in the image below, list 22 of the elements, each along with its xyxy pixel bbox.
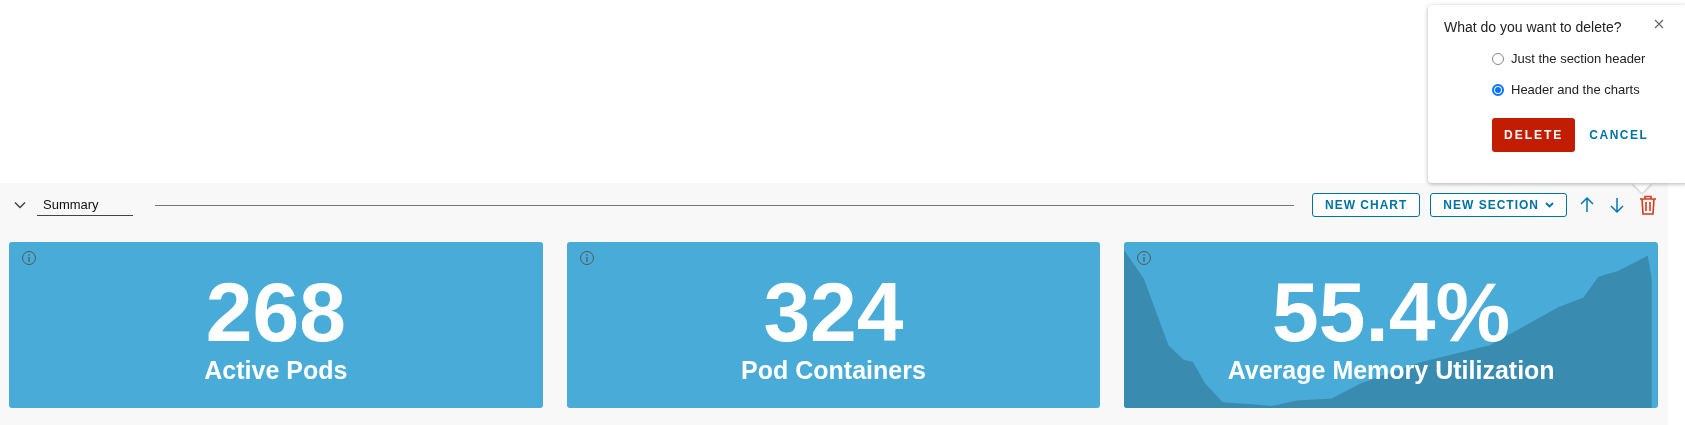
trash-icon[interactable] <box>1637 193 1659 217</box>
new-section-button[interactable]: NEW SECTION <box>1430 193 1567 217</box>
info-icon[interactable] <box>1136 250 1153 266</box>
info-icon[interactable] <box>578 250 595 266</box>
cancel-button[interactable]: CANCEL <box>1589 128 1649 142</box>
metric-value: 268 <box>205 269 346 354</box>
radio-option[interactable]: Just the section header <box>1492 51 1672 66</box>
metric-value: 55.4% <box>1272 269 1511 354</box>
metric-label: Average Memory Utilization <box>1227 355 1555 385</box>
caret-icon <box>1545 202 1554 208</box>
metric-label: Pod Containers <box>741 355 926 385</box>
info-icon[interactable] <box>21 250 37 266</box>
metric-label: Active Pods <box>204 355 348 385</box>
new-chart-button[interactable]: NEW CHART <box>1312 193 1421 217</box>
radio-button[interactable] <box>1492 83 1504 96</box>
metric-value: 324 <box>763 269 904 354</box>
section-title-field[interactable]: Summary <box>37 194 133 216</box>
close-icon[interactable] <box>1654 19 1664 29</box>
delete-button[interactable]: DELETE <box>1492 118 1576 152</box>
radio-option[interactable]: Header and the charts <box>1492 82 1672 97</box>
radio-button[interactable] <box>1492 52 1504 65</box>
popover-title: What do you want to delete? <box>1444 19 1623 35</box>
